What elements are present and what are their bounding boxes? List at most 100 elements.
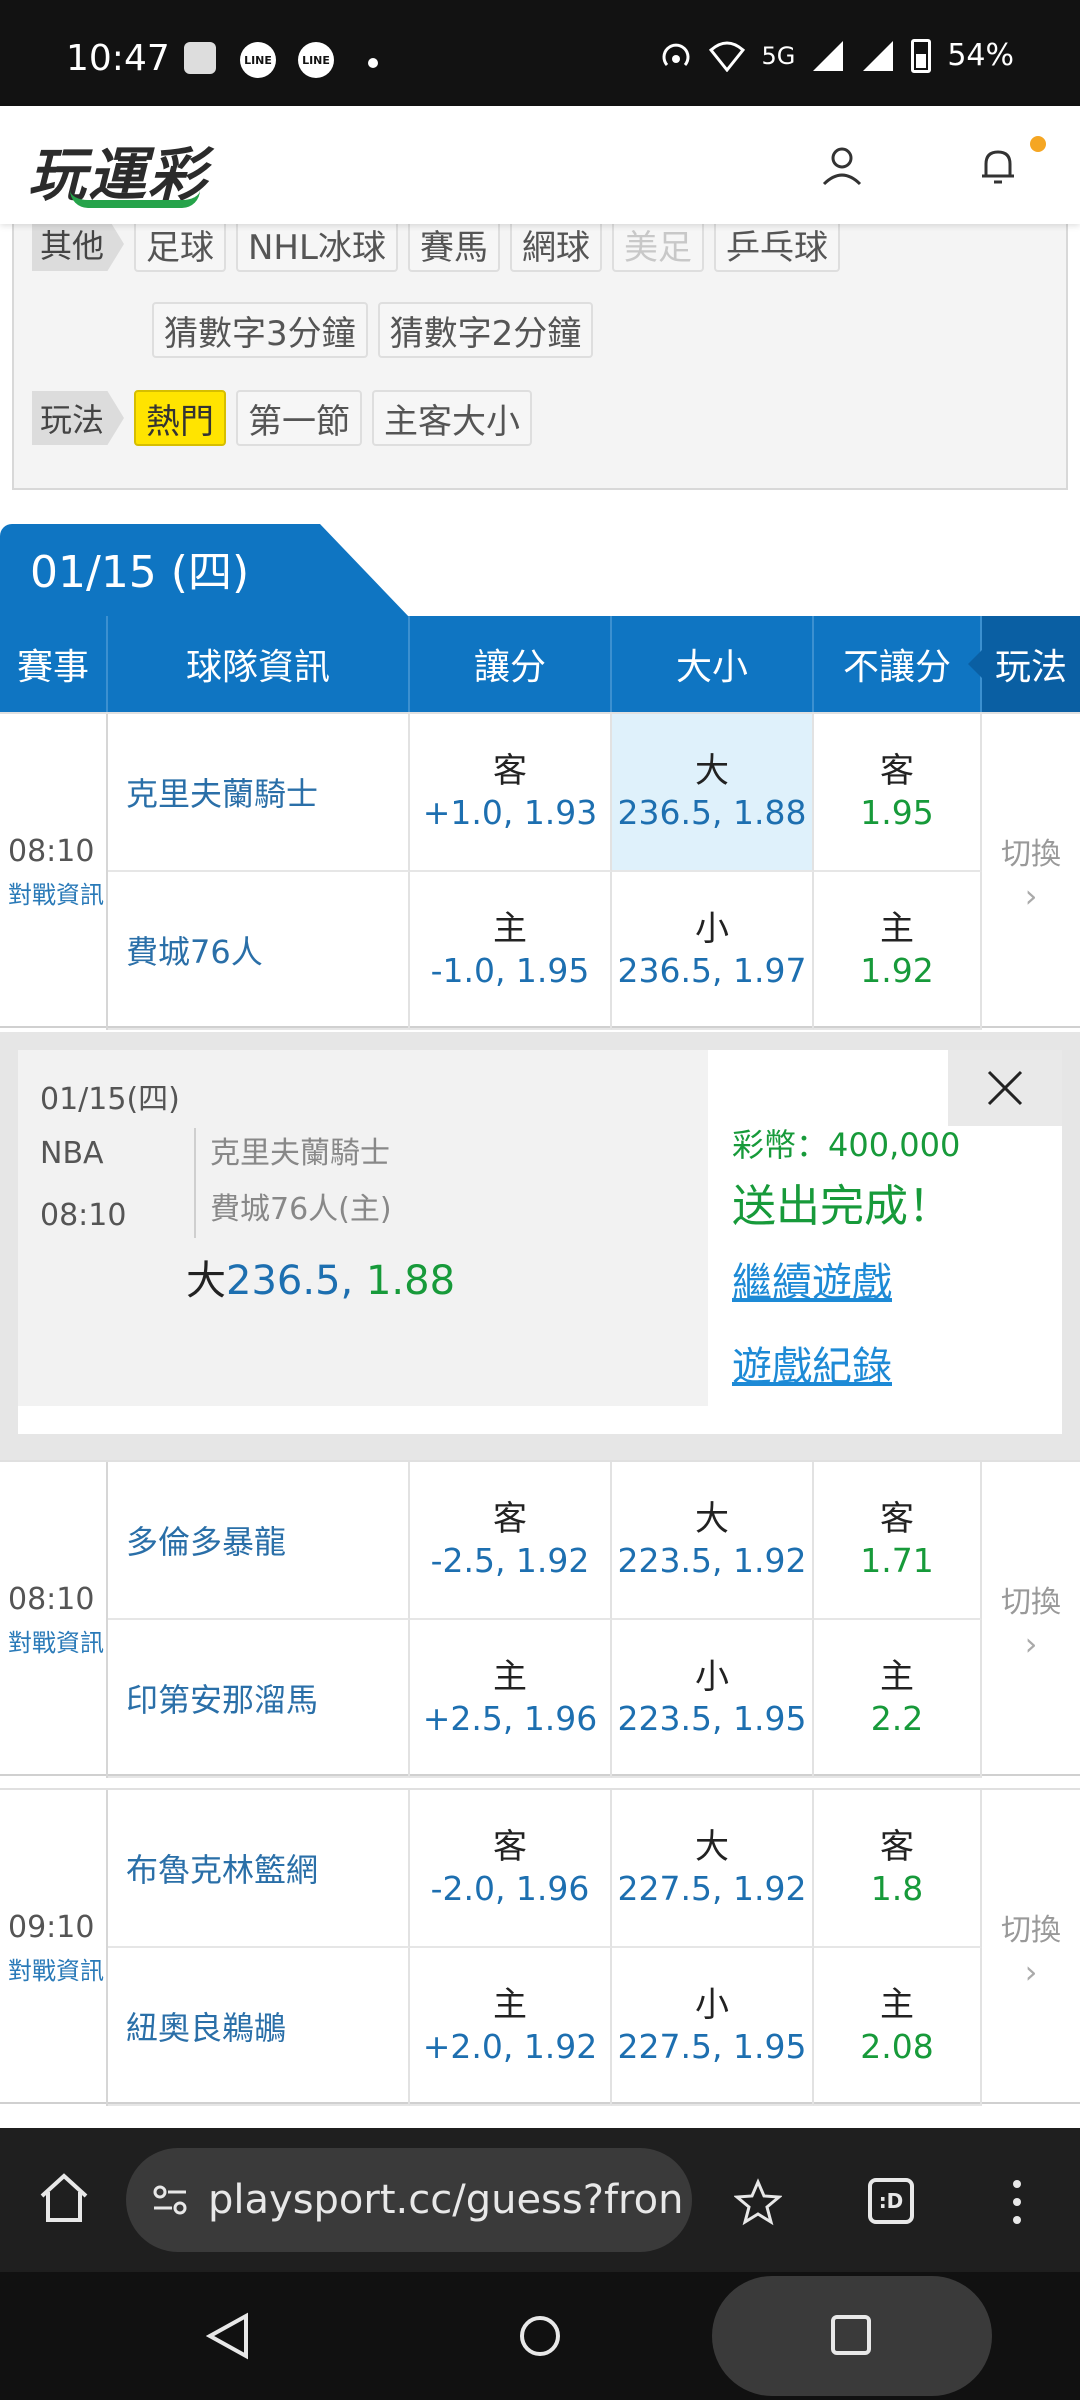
team-away[interactable]: 克里夫蘭騎士 bbox=[108, 714, 410, 872]
user-icon[interactable] bbox=[820, 144, 864, 188]
switch-label: 切換 bbox=[1001, 1913, 1061, 1948]
total-over-bet[interactable]: 大 223.5, 1.92 bbox=[612, 1462, 814, 1620]
team-home[interactable]: 紐奧良鵜鶘 bbox=[108, 1948, 410, 2106]
switch-play-button[interactable]: 切換 › bbox=[982, 714, 1080, 1030]
ticket-date: 01/15(四) bbox=[40, 1082, 180, 1117]
team-home[interactable]: 印第安那溜馬 bbox=[108, 1620, 410, 1778]
matchup-info-link[interactable]: 對戰資訊 bbox=[8, 875, 104, 910]
bet-label: 主 bbox=[493, 1656, 527, 1697]
filter-row-other: 其他 足球 NHL冰球 賽馬 網球 美足 乒乓球 bbox=[14, 216, 840, 272]
chip-hot[interactable]: 熱門 bbox=[134, 390, 226, 446]
browser-toolbar: playsport.cc/guess?fron :D bbox=[0, 2128, 1080, 2272]
continue-game-link[interactable]: 繼續遊戲 bbox=[732, 1250, 892, 1308]
bet-label: 客 bbox=[880, 1826, 914, 1867]
moneyline-home-bet[interactable]: 主 1.92 bbox=[814, 872, 982, 1030]
chip-home-away-total[interactable]: 主客大小 bbox=[372, 390, 532, 446]
close-button[interactable] bbox=[948, 1050, 1062, 1126]
team-home[interactable]: 費城76人 bbox=[108, 872, 410, 1030]
network-type: 5G bbox=[761, 41, 796, 70]
table-header: 賽事 球隊資訊 讓分 大小 不讓分 玩法 bbox=[0, 616, 1080, 712]
pick-value: 236.5 bbox=[226, 1258, 341, 1304]
game-time: 08:10 bbox=[8, 834, 95, 869]
bet-label: 客 bbox=[880, 1498, 914, 1539]
bet-label: 小 bbox=[695, 908, 729, 949]
col-play[interactable]: 玩法 bbox=[968, 616, 1080, 712]
matchup-info-link[interactable]: 對戰資訊 bbox=[8, 1623, 104, 1658]
filter-panel: 其他 足球 NHL冰球 賽馬 網球 美足 乒乓球 猜數字3分鐘 猜數字2分鐘 玩… bbox=[12, 210, 1068, 490]
recents-icon[interactable] bbox=[830, 2314, 872, 2356]
home-button-icon[interactable] bbox=[518, 2314, 562, 2358]
chip-guess-3min[interactable]: 猜數字3分鐘 bbox=[152, 302, 368, 358]
spread-home-bet[interactable]: 主 -1.0, 1.95 bbox=[410, 872, 612, 1030]
bet-odds: 227.5, 1.95 bbox=[617, 2026, 807, 2066]
moneyline-away-bet[interactable]: 客 1.71 bbox=[814, 1462, 982, 1620]
total-under-bet[interactable]: 小 227.5, 1.95 bbox=[612, 1948, 814, 2106]
chip-horse-racing[interactable]: 賽馬 bbox=[407, 216, 500, 272]
bet-odds: 223.5, 1.95 bbox=[617, 1698, 807, 1738]
bet-label: 大 bbox=[695, 1498, 729, 1539]
ticket-league: NBA bbox=[40, 1136, 104, 1171]
bet-odds: -2.0, 1.96 bbox=[430, 1868, 590, 1908]
moneyline-home-bet[interactable]: 主 2.2 bbox=[814, 1620, 982, 1778]
bet-ticket: 01/15(四) NBA 08:10 克里夫蘭騎士 費城76人(主) 大236.… bbox=[18, 1050, 708, 1406]
switch-play-button[interactable]: 切換 › bbox=[982, 1462, 1080, 1778]
bell-icon[interactable] bbox=[976, 144, 1020, 188]
bet-label: 主 bbox=[880, 1656, 914, 1697]
switch-label: 切換 bbox=[1001, 837, 1061, 872]
game-time: 09:10 bbox=[8, 1910, 95, 1945]
submit-success-text: 送出完成！ bbox=[732, 1181, 952, 1232]
game-history-link[interactable]: 遊戲紀錄 bbox=[732, 1334, 892, 1392]
pick-label: 大 bbox=[186, 1258, 226, 1304]
game-row: 08:10 對戰資訊 克里夫蘭騎士 費城76人 客 +1.0, 1.93 主 -… bbox=[0, 712, 1080, 1030]
total-over-bet[interactable]: 大 236.5, 1.88 bbox=[612, 714, 814, 872]
switch-label: 切換 bbox=[1001, 1585, 1061, 1620]
spread-home-bet[interactable]: 主 +2.5, 1.96 bbox=[410, 1620, 612, 1778]
spread-away-bet[interactable]: 客 -2.5, 1.92 bbox=[410, 1462, 612, 1620]
filter-label-other: 其他 bbox=[32, 217, 124, 271]
chip-guess-2min[interactable]: 猜數字2分鐘 bbox=[377, 302, 594, 358]
bet-label: 主 bbox=[493, 908, 527, 949]
more-options-icon[interactable] bbox=[1000, 2178, 1034, 2226]
spread-away-bet[interactable]: 客 -2.0, 1.96 bbox=[410, 1790, 612, 1948]
status-right: 5G 54% bbox=[659, 38, 1014, 73]
moneyline-away-bet[interactable]: 客 1.95 bbox=[814, 714, 982, 872]
chip-tennis[interactable]: 網球 bbox=[509, 216, 602, 272]
battery-percent: 54% bbox=[947, 38, 1014, 73]
hotspot-icon bbox=[662, 43, 690, 66]
bet-label: 主 bbox=[880, 1984, 914, 2025]
system-nav-bar bbox=[0, 2272, 1080, 2400]
total-under-bet[interactable]: 小 223.5, 1.95 bbox=[612, 1620, 814, 1778]
game-row: 08:10 對戰資訊 多倫多暴龍 印第安那溜馬 客 -2.5, 1.92 主 +… bbox=[0, 1460, 1080, 1778]
moneyline-away-bet[interactable]: 客 1.8 bbox=[814, 1790, 982, 1948]
tab-switcher-button[interactable]: :D bbox=[868, 2178, 914, 2224]
ticket-team-away: 克里夫蘭騎士 bbox=[210, 1136, 390, 1171]
total-under-bet[interactable]: 小 236.5, 1.97 bbox=[612, 872, 814, 1030]
status-time: 10:47 bbox=[66, 38, 170, 79]
ticket-time: 08:10 bbox=[40, 1198, 127, 1233]
bet-odds: +1.0, 1.93 bbox=[422, 792, 598, 832]
spread-home-bet[interactable]: 主 +2.0, 1.92 bbox=[410, 1948, 612, 2106]
chip-first-quarter[interactable]: 第一節 bbox=[236, 390, 362, 446]
line-icon: LINE bbox=[240, 42, 276, 78]
matchup-info-link[interactable]: 對戰資訊 bbox=[8, 1951, 104, 1986]
bookmark-star-icon[interactable] bbox=[734, 2178, 782, 2226]
team-away[interactable]: 布魯克林籃網 bbox=[108, 1790, 410, 1948]
chip-table-tennis[interactable]: 乒乓球 bbox=[713, 216, 840, 272]
chip-nhl[interactable]: NHL冰球 bbox=[236, 216, 398, 272]
team-away[interactable]: 多倫多暴龍 bbox=[108, 1462, 410, 1620]
home-icon[interactable] bbox=[36, 2170, 92, 2226]
wifi-icon bbox=[709, 41, 746, 72]
total-over-bet[interactable]: 大 227.5, 1.92 bbox=[612, 1790, 814, 1948]
back-icon[interactable] bbox=[206, 2312, 250, 2360]
bet-label: 客 bbox=[880, 750, 914, 791]
col-team-info: 球隊資訊 bbox=[108, 616, 410, 712]
bet-odds: +2.5, 1.96 bbox=[422, 1698, 598, 1738]
col-spread: 讓分 bbox=[410, 616, 612, 712]
chip-soccer[interactable]: 足球 bbox=[134, 216, 226, 272]
switch-play-button[interactable]: 切換 › bbox=[982, 1790, 1080, 2106]
spread-away-bet[interactable]: 客 +1.0, 1.93 bbox=[410, 714, 612, 872]
moneyline-home-bet[interactable]: 主 2.08 bbox=[814, 1948, 982, 2106]
date-header: 01/15 (四) bbox=[30, 547, 250, 598]
url-bar[interactable]: playsport.cc/guess?fron bbox=[126, 2148, 692, 2252]
site-settings-icon[interactable] bbox=[150, 2180, 190, 2220]
